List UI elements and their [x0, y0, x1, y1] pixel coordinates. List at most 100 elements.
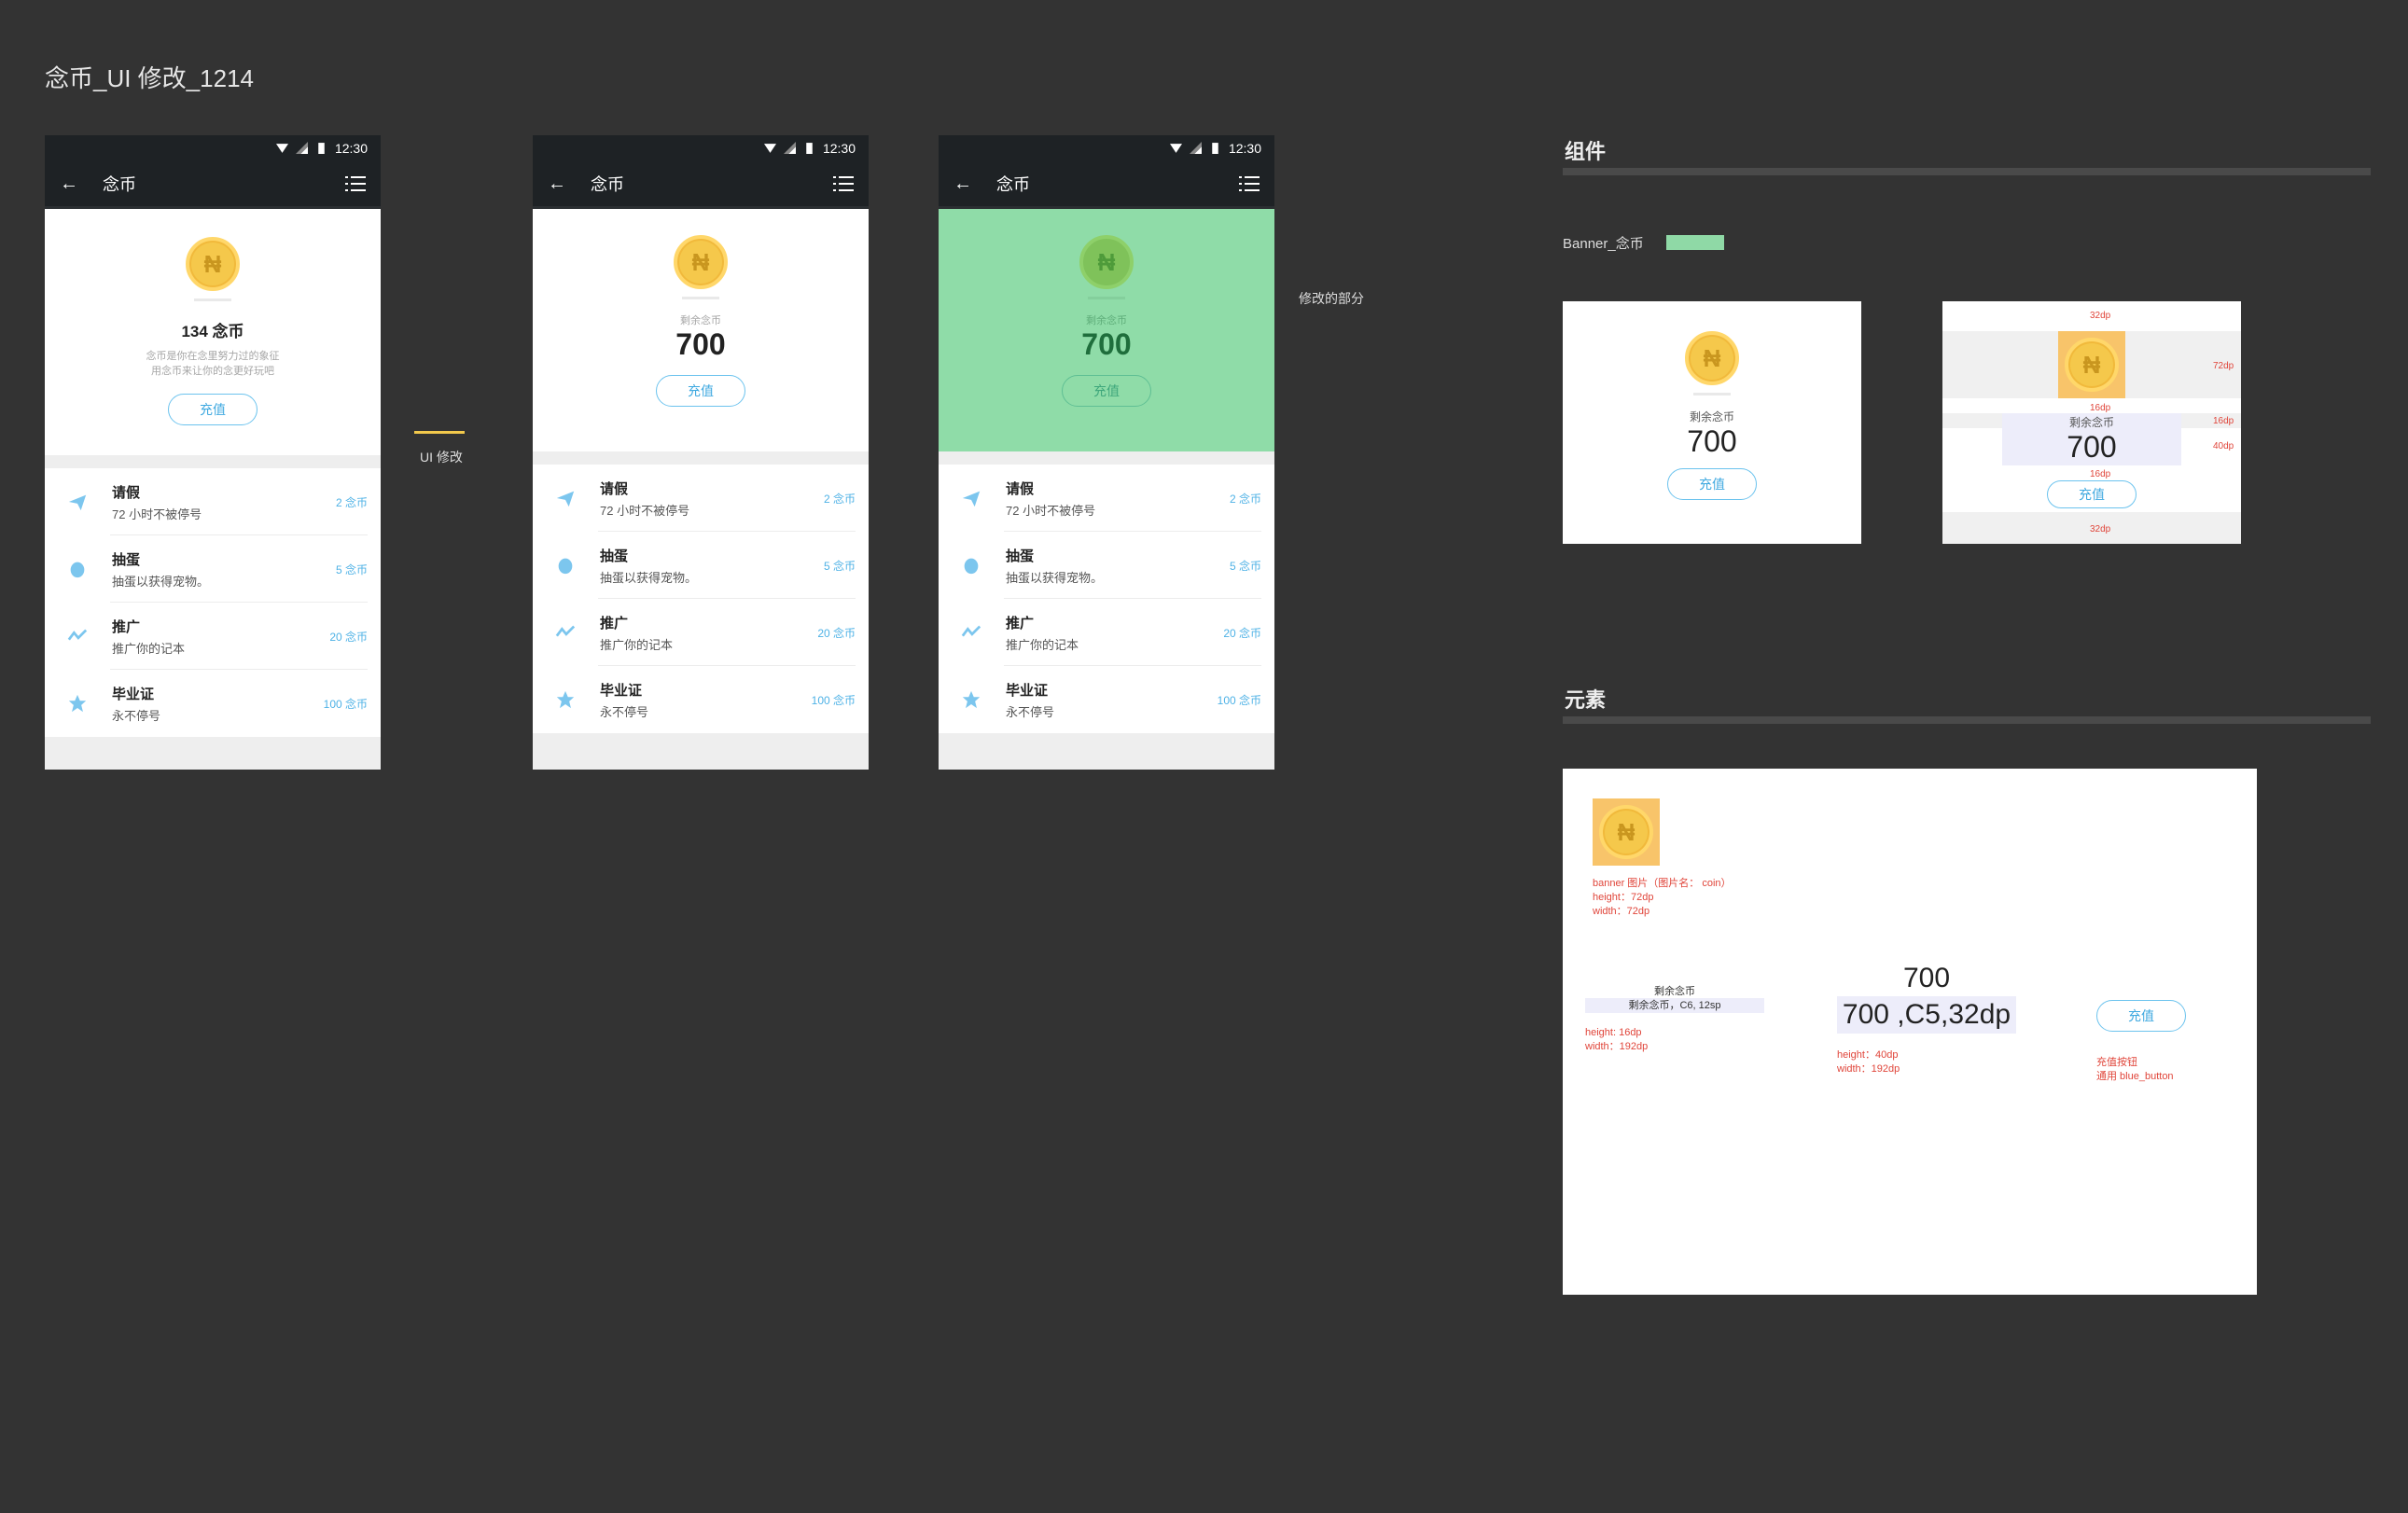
- coin-banner: ₦ 剩余念币 700 充值: [533, 209, 869, 451]
- wifi-icon: [763, 144, 776, 153]
- status-bar: 12:30: [939, 135, 1274, 160]
- list-item[interactable]: 推广 推广你的记本 20 念币: [533, 599, 869, 666]
- banner-component-card: ₦ 剩余念币 700 充值: [1563, 301, 1861, 544]
- coin-icon: ₦: [186, 237, 240, 291]
- item-title: 请假: [112, 484, 141, 501]
- caption-element-spec: 剩余念币，C6, 12sp: [1585, 998, 1764, 1013]
- coin-shadow: [682, 297, 719, 299]
- amount-note-width: width：192dp: [1837, 1063, 1900, 1075]
- item-price: 5 念币: [335, 562, 368, 576]
- plane-icon: [68, 494, 87, 511]
- coin-description-line2: 用念币来让你的念更好玩吧: [151, 366, 274, 377]
- recharge-button[interactable]: 充值: [656, 375, 745, 407]
- item-subtitle: 推广你的记本: [600, 637, 674, 652]
- coin-note-height: height：72dp: [1593, 892, 1654, 903]
- coin-amount: 134 念币: [181, 323, 244, 340]
- list-item[interactable]: 请假 72 小时不被停号 2 念币: [533, 465, 869, 532]
- list-item[interactable]: 毕业证永不停号 100 念币: [45, 670, 381, 737]
- elements-spec-card: ₦ banner 图片（图片名： coin） height：72dp width…: [1563, 769, 2257, 1295]
- list-item[interactable]: 推广 推广你的记本 20 念币: [45, 603, 381, 670]
- list-menu-icon[interactable]: [833, 175, 854, 192]
- back-arrow-icon[interactable]: ←: [548, 174, 568, 194]
- item-subtitle: 永不停号: [112, 708, 161, 723]
- item-title: 请假: [600, 480, 629, 497]
- coin-shadow: [1088, 297, 1125, 299]
- modified-part-label: 修改的部分: [1299, 291, 1364, 306]
- item-price: 100 念币: [811, 693, 856, 707]
- item-title: 抽蛋: [600, 548, 629, 564]
- item-title: 毕业证: [1006, 682, 1049, 699]
- list-item[interactable]: 毕业证 永不停号 100 念币: [939, 666, 1274, 733]
- amount-element-label: 700: [1902, 963, 1951, 993]
- item-price: 5 念币: [823, 559, 856, 573]
- egg-icon: [70, 562, 85, 578]
- banner-spec-card: ₦ 剩余念币 700 充值 32dp 72dp 16dp 16dp 40dp 1…: [1942, 301, 2241, 544]
- item-price: 100 念币: [1217, 693, 1261, 707]
- arrow-label: UI 修改: [420, 450, 463, 465]
- recharge-button[interactable]: 充值: [168, 394, 258, 425]
- status-bar: 12:30: [45, 135, 381, 160]
- recharge-button[interactable]: 充值: [2096, 1000, 2186, 1032]
- remaining-coins-amount: 700: [1687, 424, 1737, 458]
- caption-note-height: height: 16dp: [1585, 1027, 1642, 1038]
- coin-icon: ₦: [674, 235, 728, 289]
- coin-shadow: [194, 298, 231, 301]
- item-subtitle: 72 小时不被停号: [600, 503, 690, 518]
- app-bar: ← 念币: [533, 160, 869, 209]
- list-item[interactable]: 抽蛋 抽蛋以获得宠物。 5 念币: [533, 532, 869, 599]
- coin-image-frame: ₦: [1593, 798, 1660, 866]
- list-item[interactable]: 抽蛋 抽蛋以获得宠物。 5 念币: [939, 532, 1274, 599]
- item-price: 2 念币: [335, 495, 368, 509]
- back-arrow-icon[interactable]: ←: [60, 174, 80, 194]
- phone-mockup-revised: 12:30 ← 念币 ₦ 剩余念币 700 充值 请假 72 小时不被停号 2 念…: [533, 135, 869, 770]
- coin-usage-list: 请假 72 小时不被停号 2 念币 抽蛋 抽蛋以获得宠物。 5 念币 推广 推广你的记…: [45, 468, 381, 737]
- coin-note-name: banner 图片（图片名： coin）: [1593, 878, 1732, 889]
- banner-legend-label: Banner_念币: [1563, 236, 1644, 252]
- remaining-coins-amount: 700: [1081, 327, 1132, 361]
- recharge-button[interactable]: 充值: [1062, 375, 1151, 407]
- app-bar: ← 念币: [45, 160, 381, 209]
- coin-shadow: [1693, 393, 1731, 396]
- battery-icon: [1212, 143, 1218, 154]
- spec-height-label: 72dp: [2213, 361, 2234, 371]
- item-price: 100 念币: [323, 697, 368, 711]
- promote-icon: [961, 625, 981, 637]
- coin-icon: ₦: [2065, 338, 2119, 392]
- battery-icon: [318, 143, 325, 154]
- promote-icon: [555, 625, 576, 637]
- item-subtitle: 72 小时不被停号: [112, 507, 202, 521]
- plane-icon: [556, 491, 575, 507]
- list-item[interactable]: 推广 推广你的记本 20 念币: [939, 599, 1274, 666]
- coin-description-line1: 念币是你在念里努力过的象征: [146, 351, 280, 362]
- signal-icon: [783, 142, 796, 154]
- remaining-coins-caption: 剩余念币: [1086, 315, 1127, 326]
- button-note-usage: 通用 blue_button: [2096, 1071, 2174, 1082]
- list-menu-icon[interactable]: [1239, 175, 1260, 192]
- spec-height-label: 40dp: [2213, 441, 2234, 451]
- item-title: 推广: [600, 615, 629, 632]
- list-item[interactable]: 毕业证 永不停号 100 念币: [533, 666, 869, 733]
- item-title: 请假: [1006, 480, 1035, 497]
- coin-banner-highlighted: ₦ 剩余念币 700 充值: [939, 209, 1274, 451]
- list-item[interactable]: 请假 72 小时不被停号 2 念币: [45, 468, 381, 535]
- recharge-button[interactable]: 充值: [1667, 468, 1757, 500]
- back-arrow-icon[interactable]: ←: [953, 174, 974, 194]
- list-item[interactable]: 请假 72 小时不被停号 2 念币: [939, 465, 1274, 532]
- star-icon: [962, 690, 981, 709]
- list-menu-icon[interactable]: [345, 175, 366, 192]
- section-divider: [1563, 716, 2371, 724]
- wifi-icon: [1169, 144, 1182, 153]
- amount-note-height: height：40dp: [1837, 1049, 1899, 1061]
- phone-mockup-highlighted: 12:30 ← 念币 ₦ 剩余念币 700 充值 请假 72 小时不被停号 2 念…: [939, 135, 1274, 770]
- item-subtitle: 抽蛋以获得宠物。: [112, 574, 210, 589]
- button-note-title: 充值按钮: [2096, 1057, 2137, 1068]
- recharge-button[interactable]: 充值: [2047, 480, 2137, 508]
- item-title: 抽蛋: [1006, 548, 1035, 564]
- spec-margin-label: 32dp: [2090, 311, 2111, 321]
- status-time: 12:30: [1228, 140, 1261, 156]
- caption-element-label: 剩余念币: [1654, 986, 1695, 997]
- item-title: 毕业证: [112, 686, 155, 702]
- remaining-coins-caption: 剩余念币: [680, 315, 721, 326]
- app-bar-title: 念币: [103, 174, 136, 194]
- list-item[interactable]: 抽蛋 抽蛋以获得宠物。 5 念币: [45, 535, 381, 603]
